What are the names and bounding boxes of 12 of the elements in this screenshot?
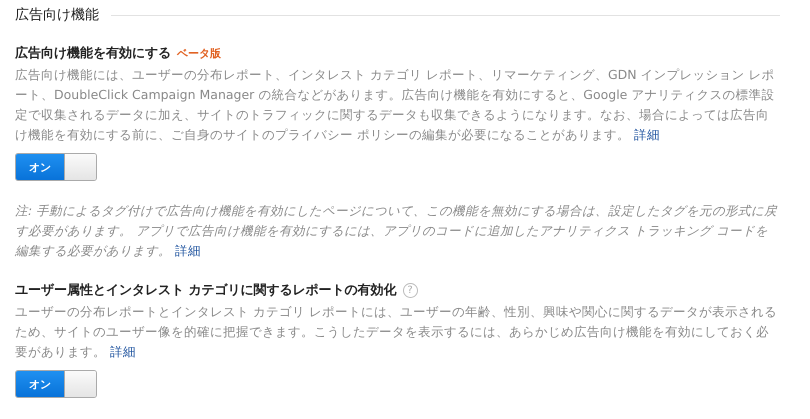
details-link[interactable]: 詳細: [110, 344, 136, 359]
details-link[interactable]: 詳細: [634, 127, 660, 142]
toggle-switch[interactable]: オン: [15, 370, 97, 398]
setting-title: 広告向け機能を有効にする: [15, 44, 171, 62]
note-text: 注: 手動によるタグ付けで広告向け機能を有効にしたページについて、この機能を無効にする場合は、設定したタグを元の形式に戻す必要があります。 アプリで広告向け機能を有効にするには、アプリのコードに追加したアナリティクス トラッキング コードを編集する必要があります。 詳細: [15, 202, 778, 260]
toggle-switch[interactable]: オン: [15, 153, 97, 181]
setting-description: ユーザーの分布レポートとインタレスト カテゴリ レポートには、ユーザーの年齢、性別、興味や関心に関するデータが表示されるため、サイトのユーザー像を的確に把握できます。こうしたデータを表示するには、あらかじめ広告向け機能を有効にしておく必要があります。 詳細: [15, 303, 778, 361]
setting-description: 広告向け機能には、ユーザーの分布レポート、インタレスト カテゴリ レポート、リマーケティング、GDN インプレッション レポート、DoubleClick Campaign Manager の統合などがあります。広告向け機能を有効にすると、Google アナリティクスの標準設定で収集されるデータに加え、サイトのトラフィックに関するデータも収集できるようになります。なお、場合によっては広告向け機能を有効にする前に、ご自身のサイトのプライバシー ポリシーの編集が必要になることがあります。 詳細: [15, 66, 776, 144]
beta-label: ベータ版: [177, 46, 221, 60]
details-link[interactable]: 詳細: [175, 243, 201, 258]
section-title: 広告向け機能: [15, 6, 99, 24]
setting-title: ユーザー属性とインタレスト カテゴリに関するレポートの有効化: [15, 282, 397, 299]
